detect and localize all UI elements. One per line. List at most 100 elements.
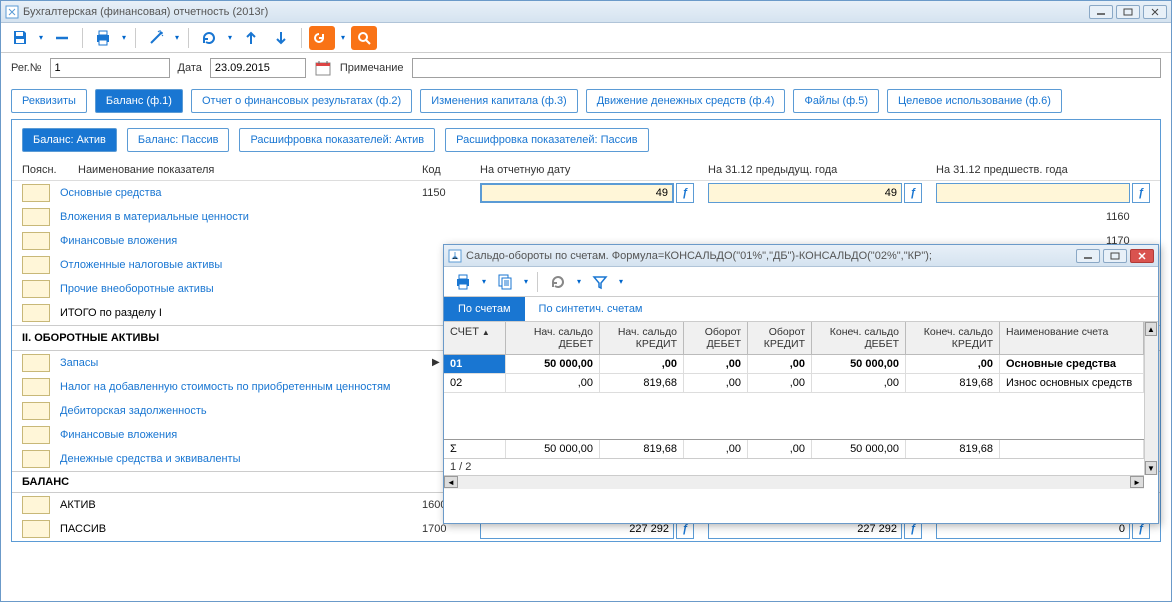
value-input[interactable] (936, 183, 1130, 203)
search-icon[interactable] (351, 26, 377, 50)
window-buttons (1089, 5, 1167, 19)
col-obk[interactable]: Оборот КРЕДИТ (748, 322, 812, 354)
popup-row[interactable]: 01 50 000,00 ,00 ,00 ,00 50 000,00 ,00 О… (444, 355, 1144, 374)
row-code: 1150 (422, 187, 466, 199)
notes-box[interactable] (22, 208, 50, 226)
fx-button[interactable]: ƒ (904, 183, 922, 203)
print-icon[interactable] (90, 26, 116, 50)
popup-refresh-icon[interactable] (545, 270, 571, 294)
row-name[interactable]: Вложения в материальные ценности (60, 211, 1106, 223)
popup-toolbar: ▾ ▾ ▾ ▾ (444, 267, 1158, 297)
popup-tab-accounts[interactable]: По счетам (444, 297, 525, 321)
popup-sum-row: Σ 50 000,00 819,68 ,00 ,00 50 000,00 819… (444, 439, 1144, 458)
tab-capital-f3[interactable]: Изменения капитала (ф.3) (420, 89, 578, 113)
notes-box[interactable] (22, 426, 50, 444)
value-input[interactable] (708, 183, 902, 203)
tab-report-f2[interactable]: Отчет о финансовых результатах (ф.2) (191, 89, 412, 113)
arrow-up-icon[interactable] (238, 26, 264, 50)
tab-cashflow-f4[interactable]: Движение денежных средств (ф.4) (586, 89, 786, 113)
popup-close-button[interactable] (1130, 249, 1154, 263)
col-account[interactable]: СЧЕТ ▲ (444, 322, 506, 354)
row-code: 1160 (1106, 211, 1150, 223)
popup-grid: СЧЕТ ▲ Нач. сальдо ДЕБЕТ Нач. сальдо КРЕ… (444, 322, 1158, 489)
date-label: Дата (178, 62, 202, 74)
arrow-down-icon[interactable] (268, 26, 294, 50)
subtab-decode-passive[interactable]: Расшифровка показателей: Пассив (445, 128, 648, 152)
notes-box[interactable] (22, 450, 50, 468)
subtab-balance-passive[interactable]: Баланс: Пассив (127, 128, 230, 152)
notes-box[interactable] (22, 378, 50, 396)
minimize-button[interactable] (1089, 5, 1113, 19)
wand-dropdown[interactable]: ▾ (173, 33, 181, 42)
header-col3: На 31.12 предшеств. года (922, 164, 1150, 176)
scroll-left-icon[interactable]: ◄ (444, 476, 458, 488)
date-input[interactable] (210, 58, 306, 78)
tab-files-f5[interactable]: Файлы (ф.5) (793, 89, 879, 113)
close-button[interactable] (1143, 5, 1167, 19)
scroll-down-icon[interactable]: ▼ (1145, 461, 1157, 475)
window-title: Бухгалтерская (финансовая) отчетность (2… (23, 6, 1089, 18)
value-input[interactable] (480, 183, 674, 203)
refresh-dropdown[interactable]: ▾ (226, 33, 234, 42)
subtab-decode-active[interactable]: Расшифровка показателей: Актив (239, 128, 435, 152)
popup-hscroll[interactable]: ◄ ► (444, 475, 1144, 489)
notes-box[interactable] (22, 280, 50, 298)
popup-vscroll[interactable]: ▲ ▼ (1144, 322, 1158, 475)
col-ksd[interactable]: Конеч. сальдо ДЕБЕТ (812, 322, 906, 354)
popup-maximize-button[interactable] (1103, 249, 1127, 263)
notes-box[interactable] (22, 402, 50, 420)
refresh-icon[interactable] (196, 26, 222, 50)
popup-row[interactable]: 02 ,00 819,68 ,00 ,00 ,00 819,68 Износ о… (444, 374, 1144, 393)
regno-input[interactable] (50, 58, 170, 78)
print-dropdown[interactable]: ▾ (120, 33, 128, 42)
notes-box[interactable] (22, 232, 50, 250)
col-ksk[interactable]: Конеч. сальдо КРЕДИТ (906, 322, 1000, 354)
save-icon[interactable] (7, 26, 33, 50)
col-nsd[interactable]: Нач. сальдо ДЕБЕТ (506, 322, 600, 354)
col-accname[interactable]: Наименование счета (1000, 322, 1144, 354)
save-dropdown[interactable]: ▾ (37, 33, 45, 42)
popup-tabs: По счетам По синтетич. счетам (444, 297, 1158, 322)
grid-header: Поясн. Наименование показателя Код На от… (12, 160, 1160, 181)
fx-button[interactable]: ƒ (676, 183, 694, 203)
notes-box[interactable] (22, 354, 50, 372)
action-orange-icon[interactable] (309, 26, 335, 50)
header-name: Наименование показателя (78, 164, 422, 176)
col-nsk[interactable]: Нач. сальдо КРЕДИТ (600, 322, 684, 354)
table-row: Основные средства 1150 ƒ ƒ ƒ (12, 181, 1160, 205)
fx-button[interactable]: ƒ (1132, 183, 1150, 203)
notes-box[interactable] (22, 184, 50, 202)
col-obd[interactable]: Оборот ДЕБЕТ (684, 322, 748, 354)
notes-box[interactable] (22, 256, 50, 274)
popup-copy-dropdown[interactable]: ▾ (522, 277, 530, 286)
note-label: Примечание (340, 62, 404, 74)
notes-box[interactable] (22, 520, 50, 538)
notes-box[interactable] (22, 496, 50, 514)
popup-print-icon[interactable] (450, 270, 476, 294)
filter-bar: Рег.№ Дата Примечание (1, 53, 1171, 83)
popup-tab-synthetic[interactable]: По синтетич. счетам (525, 297, 657, 321)
popup-filter-icon[interactable] (587, 270, 613, 294)
row-name[interactable]: Основные средства (60, 187, 422, 199)
popup-copy-icon[interactable] (492, 270, 518, 294)
minus-icon[interactable] (49, 26, 75, 50)
note-input[interactable] (412, 58, 1161, 78)
scroll-right-icon[interactable]: ► (1130, 476, 1144, 488)
popup-filter-dropdown[interactable]: ▾ (617, 277, 625, 286)
regno-label: Рег.№ (11, 62, 42, 74)
tab-balance-f1[interactable]: Баланс (ф.1) (95, 89, 183, 113)
popup-print-dropdown[interactable]: ▾ (480, 277, 488, 286)
action-dropdown[interactable]: ▾ (339, 33, 347, 42)
scroll-up-icon[interactable]: ▲ (1145, 322, 1157, 336)
wand-icon[interactable] (143, 26, 169, 50)
tab-requisites[interactable]: Реквизиты (11, 89, 87, 113)
popup-refresh-dropdown[interactable]: ▾ (575, 277, 583, 286)
subtab-balance-active[interactable]: Баланс: Актив (22, 128, 117, 152)
main-titlebar: Бухгалтерская (финансовая) отчетность (2… (1, 1, 1171, 23)
notes-box[interactable] (22, 304, 50, 322)
popup-minimize-button[interactable] (1076, 249, 1100, 263)
tab-target-f6[interactable]: Целевое использование (ф.6) (887, 89, 1062, 113)
maximize-button[interactable] (1116, 5, 1140, 19)
popup-titlebar[interactable]: Сальдо-обороты по счетам. Формула=КОНСАЛ… (444, 245, 1158, 267)
calendar-icon[interactable] (314, 59, 332, 77)
